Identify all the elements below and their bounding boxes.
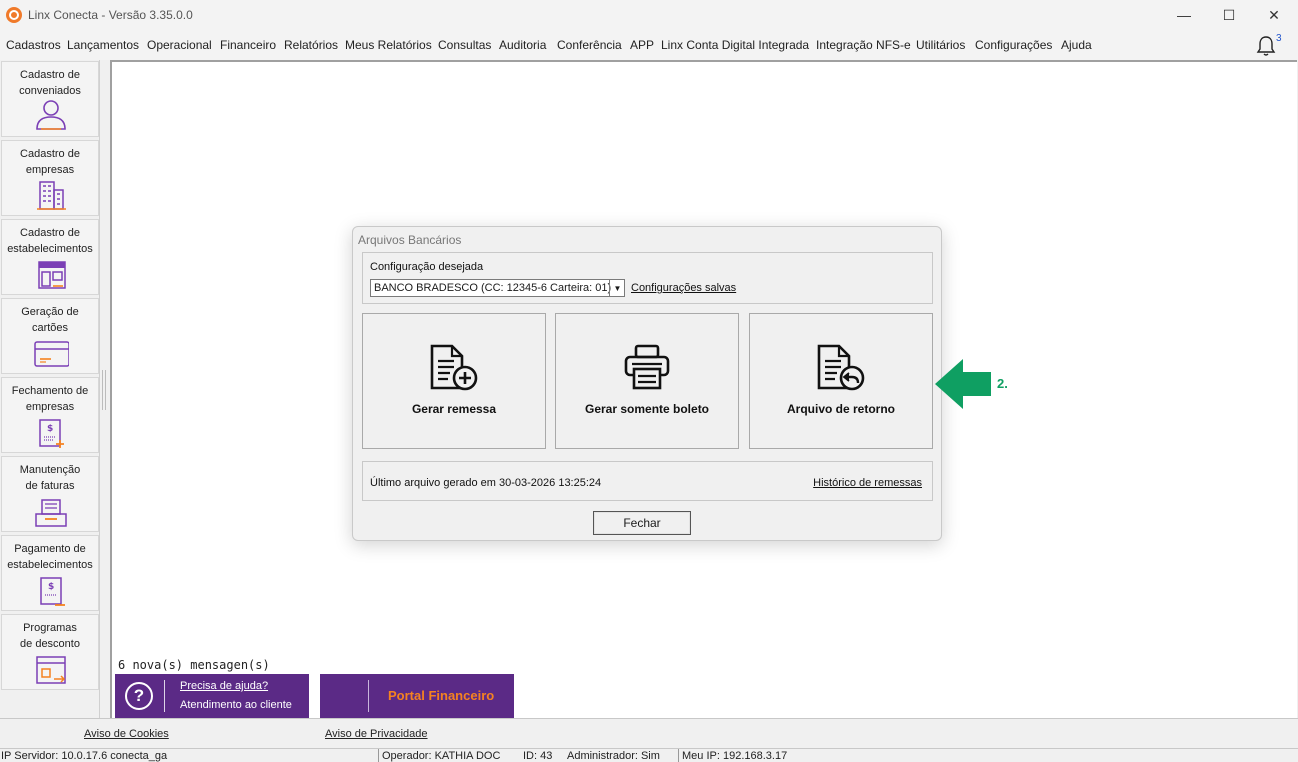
minimize-button[interactable]: — — [1161, 0, 1207, 30]
cookies-link[interactable]: Aviso de Cookies — [84, 728, 169, 740]
menu-relatorios[interactable]: Relatórios — [284, 38, 338, 52]
config-label: Configuração desejada — [370, 261, 484, 273]
menu-integracao-nfse[interactable]: Integração NFS-e — [816, 38, 911, 52]
sidebar-item-empresas[interactable]: Cadastro de empresas — [1, 140, 99, 216]
close-window-button[interactable]: ✕ — [1251, 0, 1297, 30]
menu-cadastros[interactable]: Cadastros — [6, 38, 61, 52]
building-icon — [37, 181, 66, 210]
gerar-boleto-button[interactable]: Gerar somente boleto — [555, 313, 739, 449]
footer: Aviso de Cookies Aviso de Privacidade — [0, 718, 1298, 748]
arquivo-retorno-button[interactable]: Arquivo de retorno — [749, 313, 933, 449]
sidebar-item-conveniados[interactable]: Cadastro de conveniados — [1, 61, 99, 137]
help-banner[interactable]: ? Precisa de ajuda? Atendimento ao clien… — [115, 674, 309, 718]
sidebar-item-descontos[interactable]: Programas de desconto — [1, 614, 99, 690]
menu-ajuda[interactable]: Ajuda — [1061, 38, 1092, 52]
menu-conferencia[interactable]: Conferência — [557, 38, 622, 52]
svg-text:$: $ — [47, 424, 53, 434]
store-icon — [38, 261, 66, 289]
invoice-add-icon: $ — [39, 419, 64, 448]
arquivo-retorno-label: Arquivo de retorno — [786, 402, 895, 416]
sidebar-item-label: Pagamento de estabelecimentos — [7, 543, 93, 571]
app-logo-icon — [6, 7, 22, 23]
chevron-down-icon[interactable]: ▼ — [609, 279, 625, 297]
sidebar-item-label: Fechamento de empresas — [11, 385, 89, 413]
gerar-remessa-button[interactable]: Gerar remessa — [362, 313, 546, 449]
menu-linx-conta-digital[interactable]: Linx Conta Digital Integrada — [661, 38, 809, 52]
menu-lancamentos[interactable]: Lançamentos — [67, 38, 139, 52]
bell-icon[interactable] — [1256, 35, 1276, 57]
server-ip: IP Servidor: 10.0.17.6 conecta_ga — [1, 750, 168, 762]
menu-meus-relatorios[interactable]: Meus Relatórios — [345, 38, 432, 52]
history-link[interactable]: Histórico de remessas — [813, 477, 922, 489]
sidebar-item-label: Cadastro de conveniados — [19, 69, 81, 97]
sidebar-item-label: Programas de desconto — [20, 622, 80, 650]
gerar-remessa-label: Gerar remessa — [411, 402, 497, 416]
menu-app[interactable]: APP — [630, 38, 654, 52]
help-link[interactable]: Precisa de ajuda? — [180, 680, 268, 692]
privacy-link[interactable]: Aviso de Privacidade — [325, 728, 428, 740]
arquivos-bancarios-dialog: Arquivos Bancários Configuração desejada… — [352, 226, 942, 541]
sidebar-item-label: Geração de cartões — [21, 306, 79, 334]
document-add-icon — [430, 344, 478, 391]
tray-icon — [35, 499, 67, 527]
window-title: Linx Conecta - Versão 3.35.0.0 — [28, 8, 193, 22]
config-select[interactable]: BANCO BRADESCO (CC: 12345-6 Carteira: 01… — [370, 279, 625, 297]
operator: Operador: KATHIA DOC — [382, 750, 501, 762]
card-icon — [34, 341, 69, 367]
sidebar-item-cartoes[interactable]: Geração de cartões — [1, 298, 99, 374]
menu-consultas[interactable]: Consultas — [438, 38, 491, 52]
gerar-boleto-label: Gerar somente boleto — [584, 402, 710, 416]
sidebar-item-pagamento[interactable]: Pagamento de estabelecimentos $ — [1, 535, 99, 611]
divider — [678, 749, 679, 762]
divider — [368, 680, 369, 712]
menu-bar: Cadastros Lançamentos Operacional Financ… — [0, 30, 1298, 60]
menu-configuracoes[interactable]: Configurações — [975, 38, 1052, 52]
sidebar-item-label: Cadastro de empresas — [20, 148, 80, 176]
sidebar: Cadastro de conveniados Cadastro de empr… — [0, 60, 100, 718]
last-file-text: Último arquivo gerado em 30-03-2026 13:2… — [370, 477, 602, 489]
messages-count[interactable]: 6 nova(s) mensagen(s) — [118, 658, 270, 672]
menu-financeiro[interactable]: Financeiro — [220, 38, 276, 52]
svg-text:$: $ — [48, 582, 54, 592]
last-file-group: Último arquivo gerado em 30-03-2026 13:2… — [362, 461, 933, 501]
fechar-button[interactable]: Fechar — [593, 511, 691, 535]
divider — [378, 749, 379, 762]
annotation-label: 2. — [997, 376, 1008, 391]
sidebar-splitter[interactable] — [102, 370, 106, 410]
divider — [164, 680, 165, 712]
menu-auditoria[interactable]: Auditoria — [499, 38, 546, 52]
sidebar-item-label: Cadastro de estabelecimentos — [7, 227, 93, 255]
help-subtitle: Atendimento ao cliente — [180, 699, 292, 711]
operator-id: ID: 43 — [523, 750, 553, 762]
menu-operacional[interactable]: Operacional — [147, 38, 212, 52]
question-icon: ? — [125, 682, 153, 710]
saved-configs-link[interactable]: Configurações salvas — [631, 282, 736, 294]
sidebar-item-faturas[interactable]: Manutenção de faturas — [1, 456, 99, 532]
portal-label: Portal Financeiro — [388, 688, 495, 703]
sidebar-item-estabelecimentos[interactable]: Cadastro de estabelecimentos — [1, 219, 99, 295]
payment-icon: $ — [40, 577, 65, 606]
my-ip: Meu IP: 192.168.3.17 — [682, 750, 788, 762]
maximize-button[interactable]: ☐ — [1206, 0, 1252, 30]
discount-icon — [36, 656, 66, 684]
menu-utilitarios[interactable]: Utilitários — [916, 38, 965, 52]
sidebar-item-fechamento[interactable]: Fechamento de empresas $ — [1, 377, 99, 453]
status-bar: IP Servidor: 10.0.17.6 conecta_ga Operad… — [0, 748, 1298, 762]
title-bar: Linx Conecta - Versão 3.35.0.0 — ☐ ✕ — [0, 0, 1298, 30]
portal-financeiro-button[interactable]: Portal Financeiro — [320, 674, 514, 718]
document-return-icon — [817, 344, 865, 391]
annotation-arrow-icon — [935, 359, 991, 409]
admin-flag: Administrador: Sim — [567, 750, 660, 762]
dialog-title: Arquivos Bancários — [358, 233, 462, 247]
config-group: Configuração desejada BANCO BRADESCO (CC… — [362, 252, 933, 304]
notification-count: 3 — [1276, 33, 1282, 44]
printer-icon — [624, 344, 670, 390]
user-icon — [36, 100, 66, 130]
sidebar-item-label: Manutenção de faturas — [19, 464, 81, 492]
